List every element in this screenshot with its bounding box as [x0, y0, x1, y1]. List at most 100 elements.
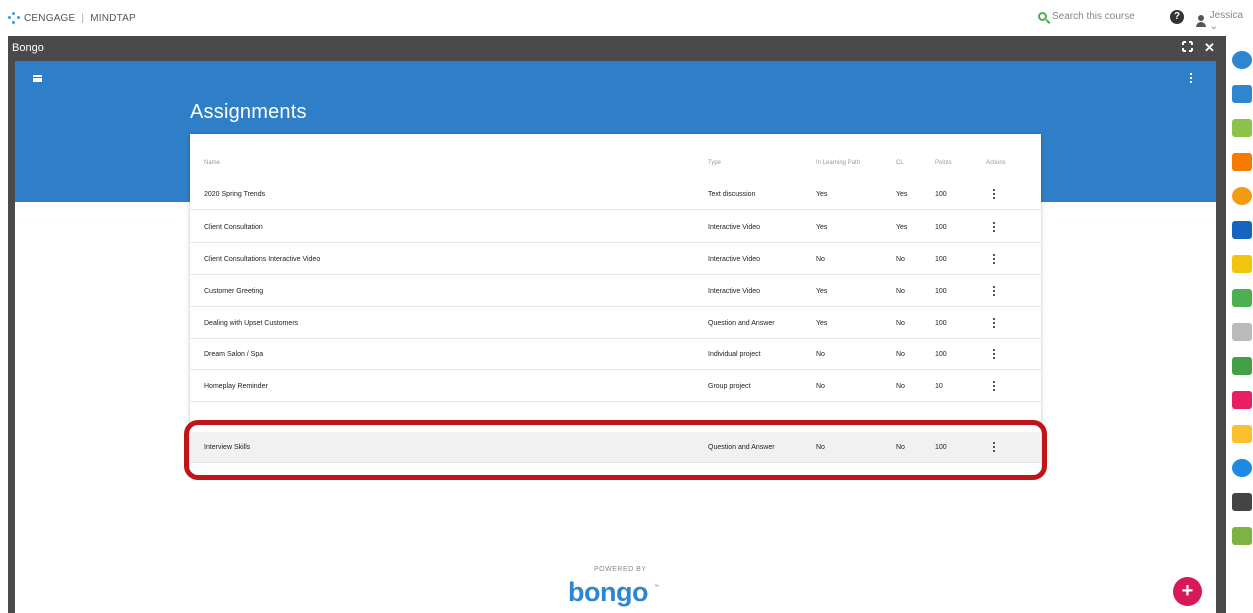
assignment-name[interactable]: Client Consultation: [204, 212, 704, 243]
assignment-type: Individual project: [708, 351, 761, 358]
assignment-type: Interactive Video: [708, 256, 761, 263]
progress-app-icon[interactable]: [1232, 289, 1252, 307]
chat-app-icon[interactable]: [1232, 323, 1252, 341]
cl-value: No: [896, 320, 905, 327]
search-app-icon[interactable]: [1232, 493, 1252, 511]
assignment-name[interactable]: Dealing with Upset Customers: [204, 308, 704, 339]
notebook-app-icon[interactable]: [1232, 85, 1252, 103]
page-title: Assignments: [190, 101, 307, 123]
assignment-type: Question and Answer: [708, 320, 775, 327]
column-header-cl[interactable]: CL: [896, 148, 926, 179]
assignment-type: Interactive Video: [708, 224, 761, 231]
row-actions-icon[interactable]: [993, 318, 996, 329]
highlighter-app-icon[interactable]: [1232, 119, 1252, 137]
points-value: 100: [935, 288, 947, 295]
points-value: 100: [935, 191, 947, 198]
points-value: 100: [935, 320, 947, 327]
search-input[interactable]: Search this course: [1052, 11, 1135, 22]
frame-border-left: [8, 61, 15, 613]
column-header-points[interactable]: Points: [935, 148, 965, 179]
notes-app-icon[interactable]: [1232, 255, 1252, 273]
learning-path-value: Yes: [816, 320, 828, 327]
learning-path-value: No: [816, 383, 825, 390]
course-search[interactable]: Search this course: [1038, 11, 1135, 22]
analytics-app-icon[interactable]: [1232, 459, 1252, 477]
learning-path-value: No: [816, 256, 825, 263]
column-header-actions: Actions: [986, 160, 1006, 166]
points-value: 100: [935, 256, 947, 263]
table-row[interactable]: Client Consultations Interactive Video I…: [190, 244, 1041, 275]
app-dock: [1226, 36, 1253, 613]
user-menu[interactable]: Jessica ⌄: [1195, 10, 1253, 32]
brand-separator: |: [81, 12, 85, 24]
highlight-annotation: [184, 420, 1047, 480]
assignment-type: Group project: [708, 383, 751, 390]
user-name: Jessica ⌄: [1209, 10, 1244, 32]
ring-app-icon[interactable]: [1232, 527, 1252, 545]
row-actions-icon[interactable]: [993, 381, 996, 392]
table-row[interactable]: Dealing with Upset Customers Question an…: [190, 308, 1041, 339]
points-value: 10: [935, 383, 943, 390]
rss-app-icon[interactable]: [1232, 153, 1252, 171]
window-title: Bongo: [12, 42, 44, 54]
row-actions-icon[interactable]: [993, 254, 996, 265]
brand-mindtap: MINDTAP: [90, 12, 136, 24]
cl-value: No: [896, 256, 905, 263]
column-header-type[interactable]: Type: [708, 148, 808, 179]
s-app-icon[interactable]: [1232, 357, 1252, 375]
help-icon[interactable]: ?: [1170, 10, 1184, 24]
assignment-name[interactable]: 2020 Spring Trends: [204, 179, 704, 210]
table-row[interactable]: Homeplay Reminder Group project No No 10: [190, 371, 1041, 402]
message-app-icon[interactable]: [1232, 391, 1252, 409]
book-app-icon[interactable]: [1232, 221, 1252, 239]
cl-value: Yes: [896, 224, 908, 231]
powered-by-label: POWERED BY: [594, 566, 647, 573]
row-actions-icon[interactable]: [993, 222, 996, 233]
row-actions-icon[interactable]: [993, 286, 996, 297]
bongo-app-icon[interactable]: [1232, 187, 1252, 205]
table-header: Name Type In Learning Path CL Points Act…: [190, 148, 1041, 179]
learning-path-value: No: [816, 351, 825, 358]
assignment-name[interactable]: Homeplay Reminder: [204, 371, 704, 402]
app-window-bar: Bongo ✕: [8, 36, 1226, 61]
table-row[interactable]: Client Consultation Interactive Video Ye…: [190, 212, 1041, 243]
cengage-app-icon[interactable]: [1232, 51, 1252, 69]
cl-value: No: [896, 383, 905, 390]
assignment-name[interactable]: Dream Salon / Spa: [204, 339, 704, 370]
table-row[interactable]: 2020 Spring Trends Text discussion Yes Y…: [190, 179, 1041, 210]
points-value: 100: [935, 351, 947, 358]
assignment-name[interactable]: Customer Greeting: [204, 276, 704, 307]
bongo-logo: bongo: [568, 577, 648, 607]
search-icon: [1038, 12, 1047, 21]
top-bar: CENGAGE | MINDTAP Search this course ? J…: [0, 0, 1253, 36]
assignment-type: Interactive Video: [708, 288, 761, 295]
close-icon[interactable]: ✕: [1204, 41, 1215, 55]
frame-border-right: [1216, 61, 1226, 613]
table-row[interactable]: Customer Greeting Interactive Video Yes …: [190, 276, 1041, 307]
column-header-learning-path[interactable]: In Learning Path: [816, 148, 886, 179]
row-actions-icon[interactable]: [993, 189, 996, 200]
brand-cengage: CENGAGE: [24, 12, 76, 24]
trademark-mark: ™: [654, 584, 659, 590]
table-row[interactable]: Dream Salon / Spa Individual project No …: [190, 339, 1041, 370]
learning-path-value: Yes: [816, 191, 828, 198]
dictionary-app-icon[interactable]: [1232, 425, 1252, 443]
assignment-name[interactable]: Client Consultations Interactive Video: [204, 244, 704, 275]
assignment-type: Text discussion: [708, 191, 756, 198]
expand-icon[interactable]: [1182, 41, 1193, 55]
more-options-icon[interactable]: [1190, 73, 1193, 84]
row-actions-icon[interactable]: [993, 349, 996, 360]
points-value: 100: [935, 224, 947, 231]
learning-path-value: Yes: [816, 288, 828, 295]
cengage-mark-icon: [8, 12, 20, 24]
learning-path-value: Yes: [816, 224, 828, 231]
cl-value: Yes: [896, 191, 908, 198]
cengage-logo[interactable]: CENGAGE | MINDTAP: [8, 12, 136, 24]
menu-icon[interactable]: [33, 75, 42, 82]
column-header-name[interactable]: Name: [204, 148, 704, 179]
cl-value: No: [896, 351, 905, 358]
cl-value: No: [896, 288, 905, 295]
user-icon: [1195, 15, 1207, 27]
add-assignment-button[interactable]: +: [1173, 577, 1202, 606]
table-row-obscured: [190, 404, 1041, 416]
